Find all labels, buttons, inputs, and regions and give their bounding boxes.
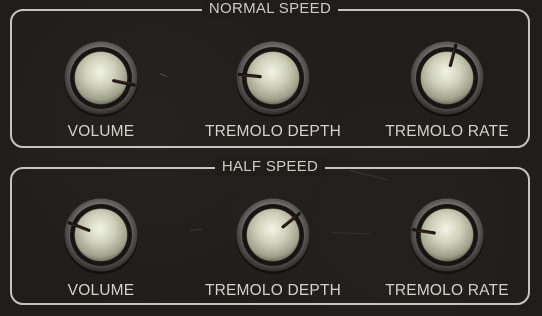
normal-tremolo-depth-knob[interactable] <box>234 39 312 117</box>
half-tremolo-rate-knob[interactable] <box>408 196 486 274</box>
normal-tremolo-rate-control: TREMOLO RATE <box>362 11 532 141</box>
normal-volume-label: VOLUME <box>67 123 135 140</box>
half-tremolo-rate-control: TREMOLO RATE <box>362 169 532 299</box>
normal-volume-control: VOLUME <box>16 11 186 141</box>
amp-control-panel: NORMAL SPEED VOLUME TREMOLO DEPTH TREMOL… <box>0 0 542 316</box>
half-tremolo-depth-control: TREMOLO DEPTH <box>188 169 358 299</box>
normal-speed-section: NORMAL SPEED VOLUME TREMOLO DEPTH TREMOL… <box>10 0 532 148</box>
knob-graphic <box>64 41 138 117</box>
normal-tremolo-rate-label: TREMOLO RATE <box>385 123 509 140</box>
knob-graphic <box>410 198 484 274</box>
knob-graphic <box>64 198 138 274</box>
half-volume-label: VOLUME <box>67 282 135 299</box>
knob-graphic <box>236 198 310 274</box>
normal-tremolo-rate-knob[interactable] <box>408 39 486 117</box>
half-tremolo-rate-label: TREMOLO RATE <box>385 282 509 299</box>
half-volume-knob[interactable] <box>62 196 140 274</box>
half-tremolo-depth-label: TREMOLO DEPTH <box>204 282 342 299</box>
half-tremolo-depth-knob[interactable] <box>234 196 312 274</box>
normal-volume-knob[interactable] <box>62 39 140 117</box>
knob-graphic <box>410 41 484 117</box>
normal-tremolo-depth-control: TREMOLO DEPTH <box>188 11 358 141</box>
half-speed-section: HALF SPEED VOLUME TREMOLO DEPTH TREMOLO … <box>10 158 532 305</box>
half-volume-control: VOLUME <box>16 169 186 299</box>
knob-graphic <box>236 41 310 117</box>
normal-tremolo-depth-label: TREMOLO DEPTH <box>204 123 342 140</box>
